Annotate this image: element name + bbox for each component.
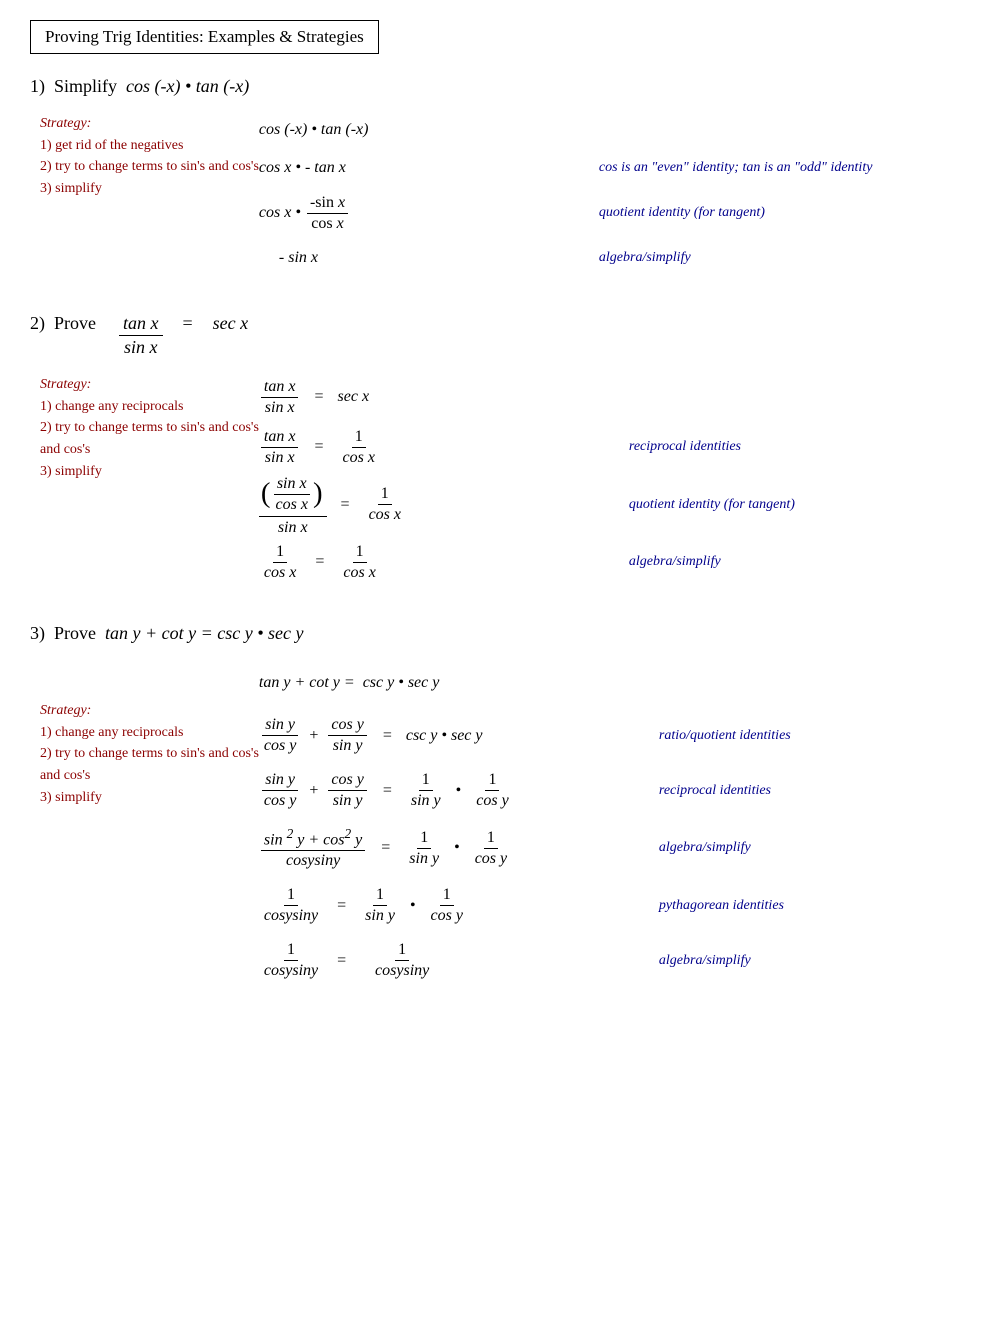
problem-2-heading: 2) Prove tan x sin x = sec x [30,313,969,358]
strategy-2: Strategy: 1) change any reciprocals 2) t… [40,372,259,482]
page-title: Proving Trig Identities: Examples & Stra… [30,20,379,54]
problem-2-annotations: reciprocal identities quotient identity … [599,372,795,587]
step-1-3: cos x • -sin x cos x [259,187,569,239]
problem-1: 1) Simplify cos (-x) • tan (-x) Strategy… [30,76,969,277]
problem-3-body: Strategy: 1) change any reciprocals 2) t… [30,658,969,988]
problem-1-steps-annotations: cos (-x) • tan (-x) cos x • - tan x cos … [259,111,873,277]
problem-3-annotations: ratio/quotient identities reciprocal ide… [629,658,791,988]
problem-1-heading: 1) Simplify cos (-x) • tan (-x) [30,76,969,97]
problem-3-heading: 3) Prove tan y + cot y = csc y • sec y [30,623,969,644]
problem-2-body: Strategy: 1) change any reciprocals 2) t… [30,372,969,587]
step-1-4: - sin x [259,239,569,277]
problem-3-steps: tan y + cot y = csc y • sec y sin y cos … [259,658,629,988]
strategy-3: Strategy: 1) change any reciprocals 2) t… [40,658,259,808]
problem-1-body: Strategy: 1) get rid of the negatives 2)… [30,111,969,277]
problem-2-steps: tan x sin x = sec x tan x sin x = 1 cos [259,372,599,587]
problem-3: 3) Prove tan y + cot y = csc y • sec y S… [30,623,969,988]
problem-1-annotations: cos is an "even" identity; tan is an "od… [569,111,873,277]
step-1-1: cos (-x) • tan (-x) [259,111,569,149]
step-1-2: cos x • - tan x [259,149,569,187]
problem-3-steps-annotations: tan y + cot y = csc y • sec y sin y cos … [259,658,791,988]
problem-2: 2) Prove tan x sin x = sec x Strategy: 1… [30,313,969,587]
problem-1-steps: cos (-x) • tan (-x) cos x • - tan x cos … [259,111,569,277]
strategy-1: Strategy: 1) get rid of the negatives 2)… [40,111,259,200]
problem-2-steps-annotations: tan x sin x = sec x tan x sin x = 1 cos [259,372,795,587]
